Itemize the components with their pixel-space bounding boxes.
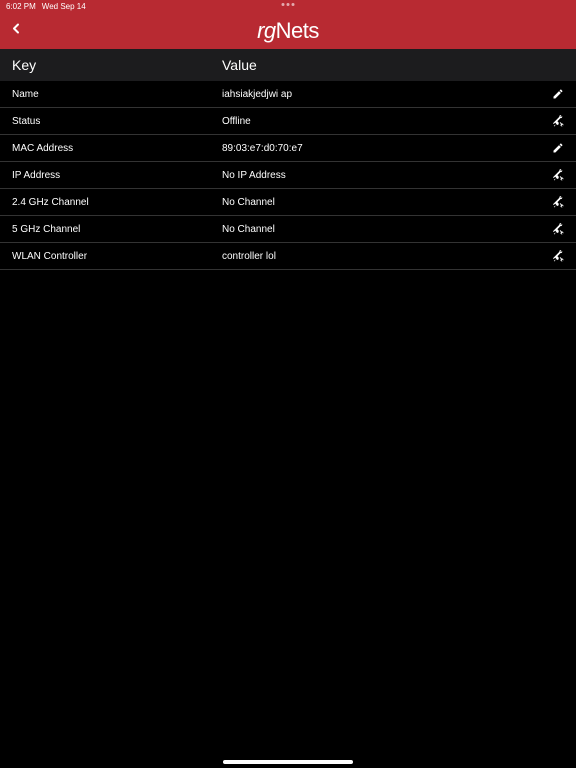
status-date: Wed Sep 14: [42, 2, 86, 11]
table-row[interactable]: IP AddressNo IP Address: [0, 162, 576, 189]
row-key: 5 GHz Channel: [12, 224, 222, 235]
row-key: Name: [12, 89, 222, 100]
table-row[interactable]: 5 GHz ChannelNo Channel: [0, 216, 576, 243]
edit-icon[interactable]: [544, 88, 564, 100]
tools-icon[interactable]: [544, 250, 564, 262]
table-header-value: Value: [222, 57, 564, 73]
status-bar: 6:02 PM Wed Sep 14: [0, 0, 576, 13]
row-value: controller lol: [222, 251, 544, 262]
tools-icon[interactable]: [544, 115, 564, 127]
row-value: iahsiakjedjwi ap: [222, 89, 544, 100]
row-value: 89:03:e7:d0:70:e7: [222, 143, 544, 154]
home-indicator[interactable]: [223, 760, 353, 764]
row-key: MAC Address: [12, 143, 222, 154]
logo-rg: rg: [257, 18, 276, 44]
logo-nets: Nets: [276, 18, 319, 44]
status-time: 6:02 PM: [6, 2, 36, 11]
table-header-key: Key: [12, 57, 222, 73]
row-value: Offline: [222, 116, 544, 127]
tools-icon[interactable]: [544, 169, 564, 181]
row-value: No Channel: [222, 224, 544, 235]
app-header: rgNets: [0, 13, 576, 49]
app-logo: rgNets: [257, 18, 319, 44]
tools-icon[interactable]: [544, 196, 564, 208]
row-key: Status: [12, 116, 222, 127]
table-row[interactable]: 2.4 GHz ChannelNo Channel: [0, 189, 576, 216]
row-value: No Channel: [222, 197, 544, 208]
row-key: WLAN Controller: [12, 251, 222, 262]
table-row[interactable]: WLAN Controllercontroller lol: [0, 243, 576, 270]
tools-icon[interactable]: [544, 223, 564, 235]
row-value: No IP Address: [222, 170, 544, 181]
table-header: Key Value: [0, 49, 576, 81]
back-button[interactable]: [8, 21, 24, 42]
edit-icon[interactable]: [544, 142, 564, 154]
row-key: 2.4 GHz Channel: [12, 197, 222, 208]
table-row[interactable]: Nameiahsiakjedjwi ap: [0, 81, 576, 108]
chevron-left-icon: [8, 21, 24, 37]
table-body: Nameiahsiakjedjwi apStatusOfflineMAC Add…: [0, 81, 576, 270]
table-row[interactable]: MAC Address89:03:e7:d0:70:e7: [0, 135, 576, 162]
row-key: IP Address: [12, 170, 222, 181]
more-dots-icon: [282, 3, 295, 6]
table-row[interactable]: StatusOffline: [0, 108, 576, 135]
